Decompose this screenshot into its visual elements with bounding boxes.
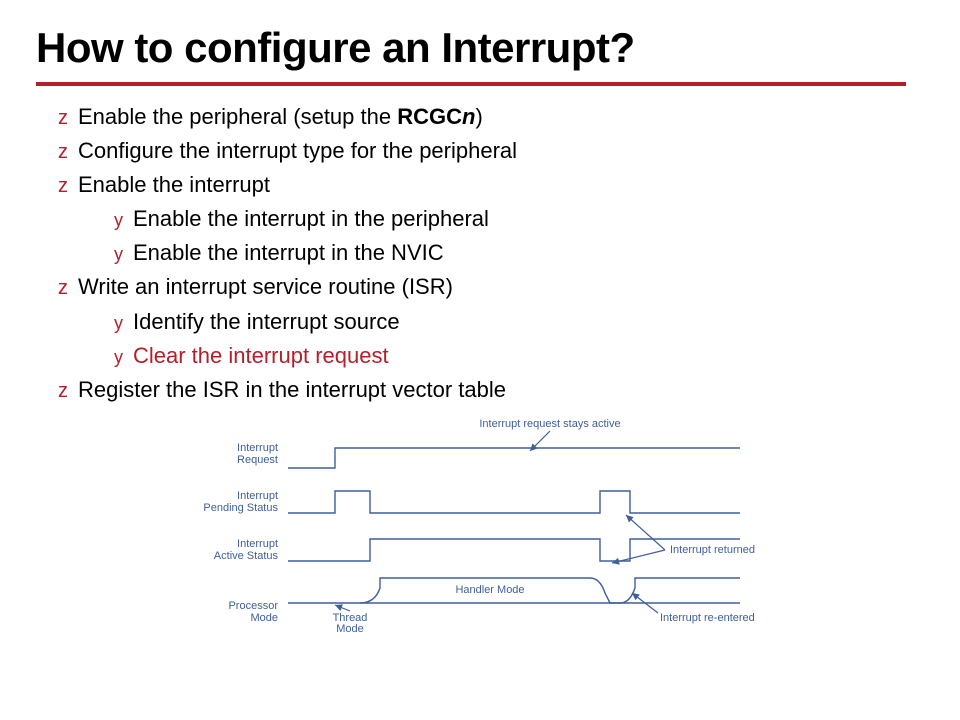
bullet-text-bold: RCGC <box>397 104 462 129</box>
bullet-subitem: y Enable the interrupt in the peripheral <box>114 202 924 236</box>
bullet-text: ) <box>475 104 482 129</box>
diagram-label: Interrupt re-entered <box>660 612 755 624</box>
diagram-label: Processor <box>228 600 278 612</box>
bullet-marker-y: y <box>114 207 123 235</box>
bullet-marker-z: z <box>58 103 68 134</box>
diagram-label: Handler Mode <box>455 584 524 596</box>
bullet-subitem: y Clear the interrupt request <box>114 339 924 373</box>
diagram-label: Pending Status <box>203 502 278 514</box>
bullet-marker-y: y <box>114 344 123 372</box>
bullet-text: Enable the interrupt in the peripheral <box>133 206 489 231</box>
bullet-marker-z: z <box>58 171 68 202</box>
bullet-text: Configure the interrupt type for the per… <box>78 138 517 163</box>
bullet-text: Enable the interrupt in the NVIC <box>133 240 444 265</box>
title-rule <box>36 82 906 86</box>
diagram-label: Request <box>237 454 278 466</box>
bullet-text: Enable the peripheral (setup the <box>78 104 397 129</box>
diagram-label: Interrupt returned <box>670 544 755 556</box>
bullet-text-italic: n <box>462 104 475 129</box>
diagram-label: Interrupt <box>237 442 278 454</box>
bullet-item: z Configure the interrupt type for the pe… <box>58 134 924 168</box>
bullet-marker-z: z <box>58 376 68 407</box>
bullet-text-red: Clear the interrupt request <box>133 343 389 368</box>
bullet-list: z Enable the peripheral (setup the RCGCn)… <box>36 100 924 407</box>
bullet-text: Identify the interrupt source <box>133 309 400 334</box>
bullet-marker-z: z <box>58 273 68 304</box>
bullet-subitem: y Identify the interrupt source <box>114 305 924 339</box>
diagram-label: Interrupt <box>237 490 278 502</box>
bullet-text: Enable the interrupt <box>78 172 270 197</box>
diagram-label: Interrupt request stays active <box>479 418 620 430</box>
diagram-label: Mode <box>336 623 364 633</box>
diagram-label: Interrupt <box>237 538 278 550</box>
bullet-subitem: y Enable the interrupt in the NVIC <box>114 236 924 270</box>
bullet-marker-y: y <box>114 241 123 269</box>
bullet-marker-z: z <box>58 137 68 168</box>
diagram-label: Mode <box>250 612 278 624</box>
diagram-label: Active Status <box>214 550 279 562</box>
bullet-item: z Enable the interrupt <box>58 168 924 202</box>
bullet-item: z Write an interrupt service routine (ISR… <box>58 270 924 304</box>
bullet-item: z Register the ISR in the interrupt vecto… <box>58 373 924 407</box>
bullet-item: z Enable the peripheral (setup the RCGCn) <box>58 100 924 134</box>
bullet-text: Register the ISR in the interrupt vector… <box>78 377 506 402</box>
bullet-marker-y: y <box>114 310 123 338</box>
timing-diagram: Interrupt request stays active Interrupt… <box>200 413 760 638</box>
bullet-text: Write an interrupt service routine (ISR) <box>78 274 453 299</box>
slide-title: How to configure an Interrupt? <box>36 24 924 72</box>
